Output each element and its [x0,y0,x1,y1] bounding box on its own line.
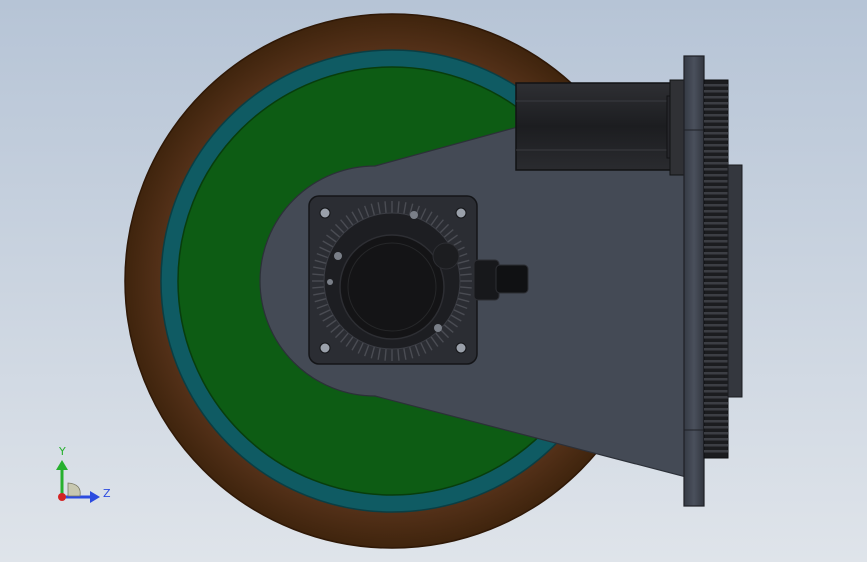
cad-graphics-viewport[interactable]: Y Z [0,0,867,562]
gear-screw-hole [410,211,418,219]
gear-motor-body[interactable] [339,234,445,340]
flange-bolt-hole [455,207,467,219]
gear-screw-hole [434,324,442,332]
y-axis-label: Y [58,445,66,458]
drive-motor[interactable] [515,79,686,176]
gear-screw-hole [334,252,342,260]
gear-screw-hole [327,279,333,285]
flange-bolt-hole [319,342,331,354]
mounting-plate[interactable] [683,55,705,507]
flange-bolt-hole [455,342,467,354]
output-shaft[interactable] [473,259,500,301]
z-axis-label: Z [103,487,111,500]
model-view[interactable]: Y Z [0,0,867,562]
flange-bolt-hole [319,207,331,219]
